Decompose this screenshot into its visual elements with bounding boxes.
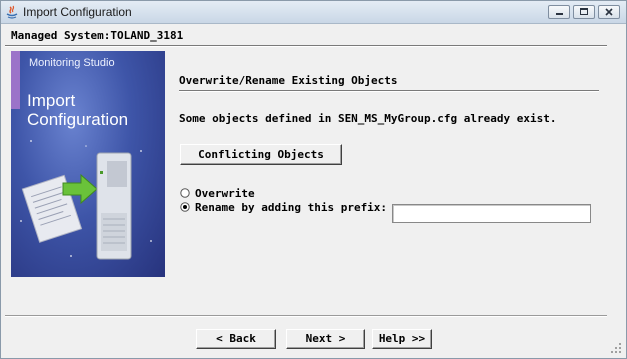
back-button[interactable]: < Back xyxy=(196,329,276,349)
maximize-icon xyxy=(580,8,588,15)
close-button[interactable] xyxy=(598,5,620,19)
conflict-message: Some objects defined in SEN_MS_MyGroup.c… xyxy=(179,112,557,125)
section-divider-highlight xyxy=(179,91,599,92)
header-divider-highlight xyxy=(5,46,607,47)
rename-radio[interactable] xyxy=(180,202,190,212)
title-bar[interactable]: Import Configuration xyxy=(1,1,626,24)
banner-title: Import Configuration xyxy=(27,91,128,129)
banner-title-line2: Configuration xyxy=(27,110,129,129)
minimize-icon xyxy=(556,13,563,15)
wizard-banner: Monitoring Studio Import Configuration xyxy=(11,51,165,277)
overwrite-radio-label[interactable]: Overwrite xyxy=(195,187,255,200)
managed-system-label: Managed System:TOLAND_3181 xyxy=(11,29,184,42)
rename-radio-label[interactable]: Rename by adding this prefix: xyxy=(195,201,387,214)
banner-title-line1: Import xyxy=(27,91,76,110)
banner-accent-stripe xyxy=(11,51,20,109)
banner-subtitle: Monitoring Studio xyxy=(29,57,115,69)
footer-divider-highlight xyxy=(5,316,607,317)
minimize-button[interactable] xyxy=(548,5,570,19)
maximize-button[interactable] xyxy=(573,5,595,19)
next-button[interactable]: Next > xyxy=(286,329,365,349)
conflicting-objects-button[interactable]: Conflicting Objects xyxy=(180,144,342,165)
java-app-icon xyxy=(6,5,18,19)
radio-selected-dot xyxy=(183,205,187,209)
prefix-input[interactable] xyxy=(392,204,591,223)
close-icon xyxy=(605,8,613,16)
help-button[interactable]: Help >> xyxy=(372,329,432,349)
window-title: Import Configuration xyxy=(23,5,132,19)
section-title: Overwrite/Rename Existing Objects xyxy=(179,74,398,87)
overwrite-radio[interactable] xyxy=(180,188,190,198)
document-to-server-illustration xyxy=(20,140,152,260)
import-configuration-window: Import Configuration Managed System:TOLA… xyxy=(0,0,627,359)
resize-grip-icon[interactable] xyxy=(609,341,623,355)
